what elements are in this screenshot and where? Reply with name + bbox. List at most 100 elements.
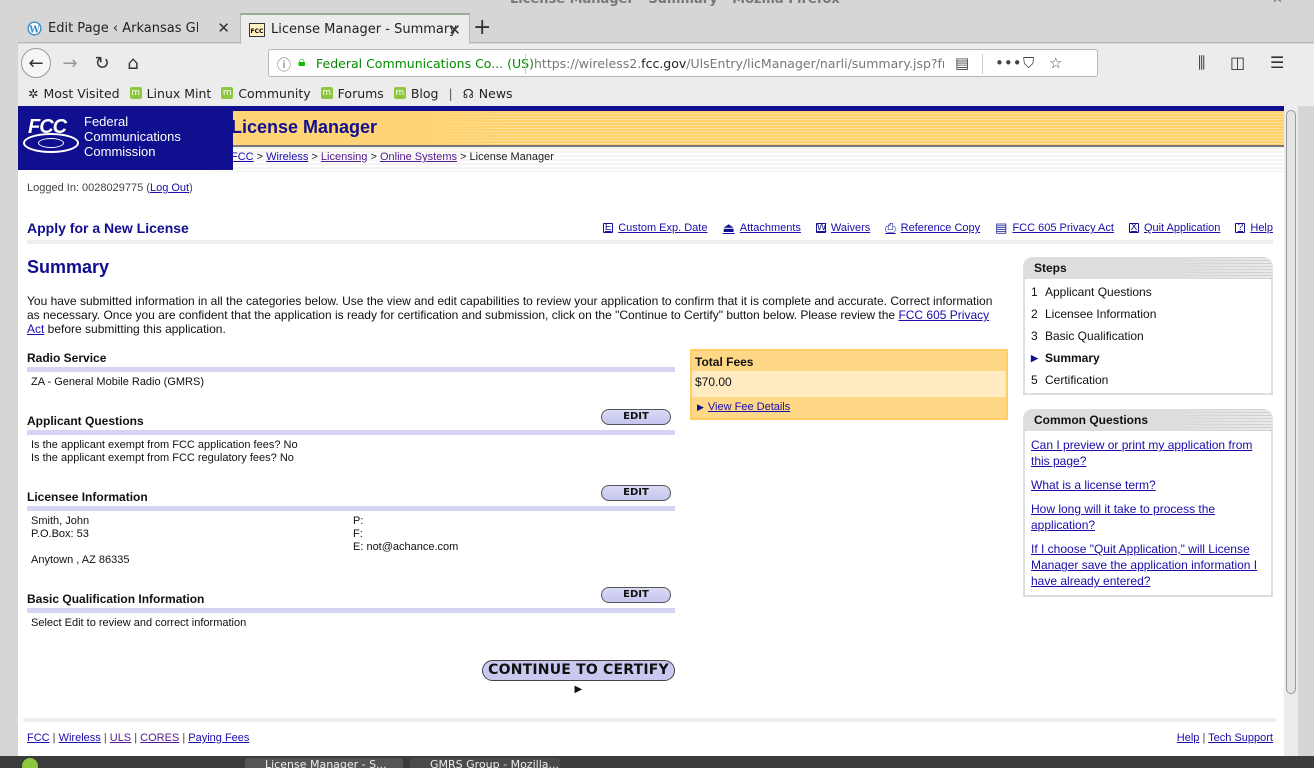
faq-link[interactable]: How long will it take to process the app… <box>1031 501 1265 533</box>
breadcrumb-fcc[interactable]: FCC <box>231 151 254 163</box>
continue-to-certify-button[interactable]: CONTINUE TO CERTIFY ▶ <box>482 660 675 695</box>
footer-sep: | <box>1202 732 1206 744</box>
bookmark-label: Linux Mint <box>146 85 212 101</box>
url-text[interactable]: https://wireless2.fcc.gov/UlsEntry/licMa… <box>534 56 944 71</box>
step-item-current: ▶ Summary <box>1031 347 1265 369</box>
divider <box>525 54 526 74</box>
mint-icon: m <box>320 87 333 99</box>
more-actions-icon[interactable]: ••• <box>995 54 1022 72</box>
footer-link-paying-fees[interactable]: Paying Fees <box>188 732 249 744</box>
footer-link-wireless[interactable]: Wireless <box>59 732 101 744</box>
waivers-link[interactable]: W Waivers <box>815 222 871 234</box>
upload-icon: ⏏ <box>722 220 735 235</box>
fcc-logo[interactable]: FCC Federal Communications Commission <box>18 106 233 170</box>
licensee-fax: F: <box>353 528 363 540</box>
bookmark-label: Blog <box>410 85 439 101</box>
bookmark-news[interactable]: ☊ News <box>463 86 513 101</box>
footer-link-uls[interactable]: ULS <box>110 732 131 744</box>
new-tab-button[interactable]: + <box>473 15 491 40</box>
bookmark-star-icon[interactable]: ☆ <box>1049 54 1062 72</box>
url-domain: fcc.gov <box>641 56 687 71</box>
breadcrumb: FCC > Wireless > Licensing > Online Syst… <box>231 151 554 163</box>
close-tab-icon[interactable]: ✕ <box>217 19 230 37</box>
licensee-city: Anytown , AZ 86335 <box>31 554 130 566</box>
privacy-act-link[interactable]: ▤ FCC 605 Privacy Act <box>995 221 1114 234</box>
logout-link[interactable]: Log Out <box>150 182 189 194</box>
bookmark-community[interactable]: m Community <box>221 86 311 101</box>
close-tab-icon[interactable]: ✕ <box>448 21 461 39</box>
pocket-icon[interactable]: ⛉ <box>1023 54 1034 72</box>
taskbar-window[interactable]: License Manager - S... <box>245 758 403 768</box>
bookmark-most-visited[interactable]: ✲ Most Visited <box>28 86 120 101</box>
url-bar[interactable]: ⓘ 🔒︎ Federal Communications Co... (US) h… <box>268 49 1098 77</box>
quit-application-link[interactable]: X Quit Application <box>1128 222 1220 234</box>
logged-in-label: Logged In: 0028029775 ( <box>27 182 150 194</box>
svg-text:W: W <box>28 24 40 35</box>
bookmark-linux-mint[interactable]: m Linux Mint <box>129 85 212 101</box>
lock-icon[interactable]: 🔒︎ <box>298 54 305 70</box>
breadcrumb-sep: > <box>370 151 377 163</box>
footer-link-cores[interactable]: CORES <box>140 732 179 744</box>
section-rule <box>27 608 675 613</box>
forward-button[interactable]: → <box>56 49 84 77</box>
wordpress-icon: W <box>26 20 42 36</box>
footer-link-tech-support[interactable]: Tech Support <box>1208 732 1273 744</box>
link-label: FCC 605 Privacy Act <box>1012 222 1114 234</box>
help-link[interactable]: ? Help <box>1235 222 1273 234</box>
tab-label: License Manager - Summary <box>271 22 457 37</box>
tab-edit-page[interactable]: W Edit Page ‹ Arkansas GMRS Sy ✕ <box>18 13 238 43</box>
vertical-scrollbar[interactable] <box>1284 106 1298 756</box>
bookmark-blog[interactable]: m Blog <box>393 85 439 101</box>
taskbar-window[interactable]: GMRS Group - Mozilla... <box>410 758 560 768</box>
menu-icon[interactable]: ☰ <box>1270 53 1284 72</box>
step-item: 3 Basic Qualification <box>1031 325 1265 347</box>
breadcrumb-wireless[interactable]: Wireless <box>266 151 308 163</box>
faq-link[interactable]: If I choose "Quit Application," will Lic… <box>1031 541 1265 589</box>
library-icon[interactable]: ⫼ <box>1198 53 1205 73</box>
bookmark-forums[interactable]: m Forums <box>320 86 384 101</box>
tab-license-manager[interactable]: FCC License Manager - Summary ✕ <box>240 13 470 44</box>
custom-exp-date-link[interactable]: E Custom Exp. Date <box>603 222 707 234</box>
breadcrumb-licensing[interactable]: Licensing <box>321 151 367 163</box>
info-icon[interactable]: ⓘ <box>277 55 291 75</box>
step-label: Applicant Questions <box>1045 285 1152 299</box>
attachments-link[interactable]: ⏏ Attachments <box>722 220 800 235</box>
link-label: Custom Exp. Date <box>618 222 708 234</box>
arrow-right-icon: → <box>62 52 78 74</box>
reference-copy-link[interactable]: ⎙ Reference Copy <box>885 221 980 234</box>
back-button[interactable]: ← <box>21 48 51 78</box>
breadcrumb-sep: > <box>256 151 264 163</box>
licensee-email: E: not@achance.com <box>353 541 459 553</box>
calendar-icon: E <box>603 222 614 233</box>
faq-link[interactable]: What is a license term? <box>1031 477 1265 493</box>
step-item: 1 Applicant Questions <box>1031 281 1265 303</box>
home-button[interactable]: ⌂ <box>119 49 147 77</box>
faq-link[interactable]: Can I preview or print my application fr… <box>1031 437 1265 469</box>
step-label: Licensee Information <box>1045 307 1157 321</box>
site-identity[interactable]: Federal Communications Co... (US) <box>316 56 534 71</box>
mint-menu-icon[interactable] <box>22 758 38 768</box>
footer-link-fcc[interactable]: FCC <box>27 732 50 744</box>
view-fee-details-link[interactable]: View Fee Details <box>708 401 790 413</box>
section-rule <box>27 506 675 511</box>
common-questions-list: Can I preview or print my application fr… <box>1023 431 1273 597</box>
breadcrumb-online-systems[interactable]: Online Systems <box>380 151 457 163</box>
scrollbar-thumb[interactable] <box>1286 110 1296 694</box>
minimize-icon[interactable]: ‒ <box>1250 0 1257 6</box>
svg-text:FCC: FCC <box>251 28 265 35</box>
tab-strip: W Edit Page ‹ Arkansas GMRS Sy ✕ FCC Lic… <box>18 10 1314 44</box>
close-window-icon[interactable]: ✕ <box>1272 0 1283 7</box>
total-fees-box: Total Fees $70.00 ▶ View Fee Details <box>690 349 1008 420</box>
step-number: 1 <box>1031 285 1038 299</box>
link-label: Help <box>1250 222 1273 234</box>
window-edge <box>1298 106 1314 756</box>
reader-view-icon[interactable]: ▤ <box>955 54 969 72</box>
applicant-questions-body: Is the applicant exempt from FCC applica… <box>31 439 298 465</box>
reload-button[interactable]: ↻ <box>88 49 116 77</box>
footer-sep: | <box>134 732 138 744</box>
footer-link-help[interactable]: Help <box>1177 732 1200 744</box>
link-label: Waivers <box>830 222 871 234</box>
home-icon: ⌂ <box>127 52 139 74</box>
sidebar-icon[interactable]: ◫ <box>1230 53 1245 72</box>
licensee-po-box: P.O.Box: 53 <box>31 528 89 540</box>
